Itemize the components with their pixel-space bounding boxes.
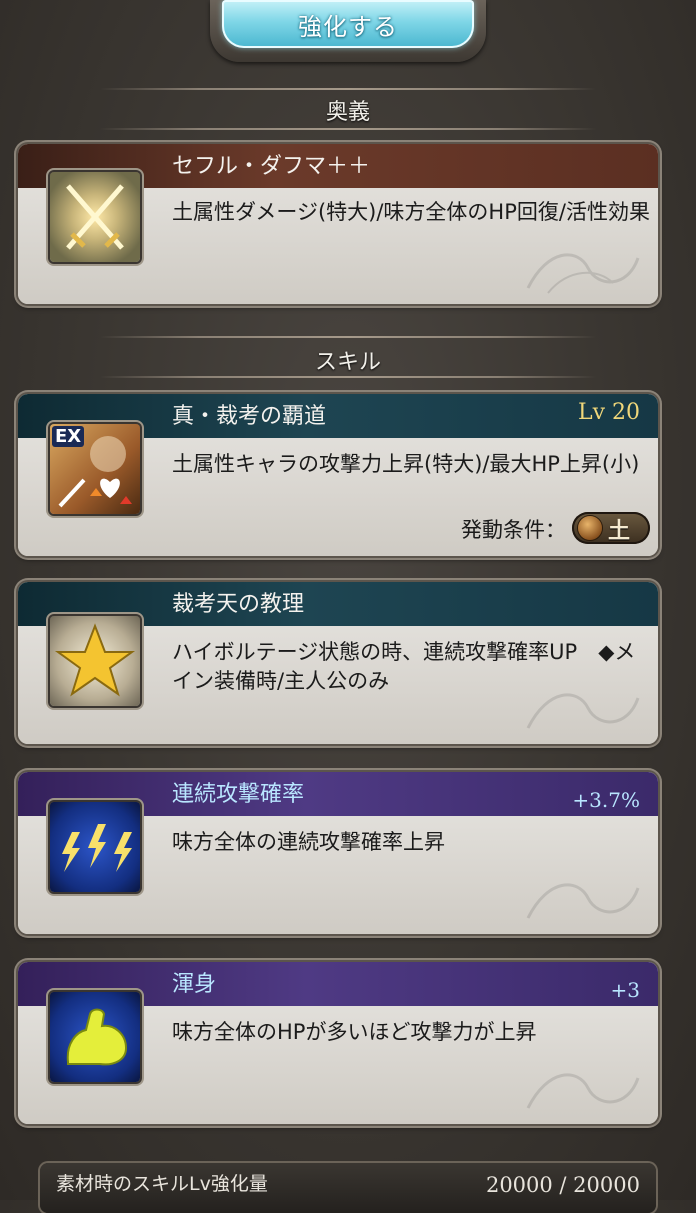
ex-skill-icon: EX bbox=[50, 424, 140, 514]
section-divider bbox=[100, 88, 596, 90]
material-skill-level-value: 20000 / 20000 bbox=[485, 1173, 640, 1197]
support-skill-card[interactable]: 渾身 +3 味方全体のHPが多いほど攻撃力が上昇 bbox=[18, 962, 658, 1124]
star-icon bbox=[50, 616, 140, 706]
skill-card[interactable]: 裁考天の教理 ハイボルテージ状態の時、連続攻撃確率UP ◆メイン装備時/主人公の… bbox=[18, 582, 658, 744]
element-badge: 土 bbox=[572, 512, 650, 544]
section-divider bbox=[100, 376, 596, 378]
support-skill-bonus: +3 bbox=[610, 978, 640, 1002]
support-skill-name: 渾身 bbox=[172, 972, 217, 997]
triple-lightning-icon bbox=[50, 802, 140, 892]
skill-level: Lv 20 bbox=[577, 400, 640, 425]
crossed-swords-icon bbox=[50, 172, 140, 262]
ougi-section-title: 奥義 bbox=[325, 100, 370, 125]
support-skill-name: 連続攻撃確率 bbox=[172, 782, 305, 807]
support-skill-description: 味方全体の連続攻撃確率上昇 bbox=[172, 830, 445, 854]
material-skill-level-label: 素材時のスキルLv強化量 bbox=[56, 1173, 268, 1195]
section-divider bbox=[100, 128, 596, 130]
activation-condition-label: 発動条件： bbox=[461, 518, 566, 542]
skill-card[interactable]: 真・裁考の覇道 Lv 20 EX 土属性キャラの攻撃力上昇(特大)/最大HP上昇… bbox=[18, 394, 658, 556]
flexed-arm-icon bbox=[50, 992, 140, 1082]
decorative-ornament bbox=[526, 883, 640, 919]
element-name: 土 bbox=[608, 519, 631, 544]
skill-section-title: スキル bbox=[314, 350, 381, 375]
earth-element-icon bbox=[578, 516, 602, 540]
ougi-card[interactable]: セフル・ダフマ＋＋ 土属性ダメージ(特大)/味方全体のHP回復/活性効果 bbox=[18, 144, 658, 304]
decorative-ornament bbox=[526, 1073, 640, 1109]
decorative-ornament bbox=[526, 693, 640, 729]
skill-level-material-bar: 素材時のスキルLv強化量 20000 / 20000 bbox=[40, 1163, 656, 1213]
decorative-ornament bbox=[526, 253, 640, 294]
enhance-button-label: 強化する bbox=[298, 12, 398, 41]
skill-name: 裁考天の教理 bbox=[172, 592, 305, 617]
skill-description: 土属性キャラの攻撃力上昇(特大)/最大HP上昇(小) bbox=[172, 452, 640, 476]
section-divider bbox=[100, 336, 596, 338]
ougi-name: セフル・ダフマ＋＋ bbox=[172, 154, 371, 179]
support-skill-card[interactable]: 連続攻撃確率 +3.7% 味方全体の連続攻撃確率上昇 bbox=[18, 772, 658, 934]
support-skill-description: 味方全体のHPが多いほど攻撃力が上昇 bbox=[172, 1020, 537, 1044]
skill-name: 真・裁考の覇道 bbox=[172, 404, 327, 429]
ougi-description: 土属性ダメージ(特大)/味方全体のHP回復/活性効果 bbox=[172, 200, 650, 224]
support-skill-bonus: +3.7% bbox=[572, 788, 640, 812]
enhance-button[interactable]: 強化する bbox=[222, 0, 474, 48]
